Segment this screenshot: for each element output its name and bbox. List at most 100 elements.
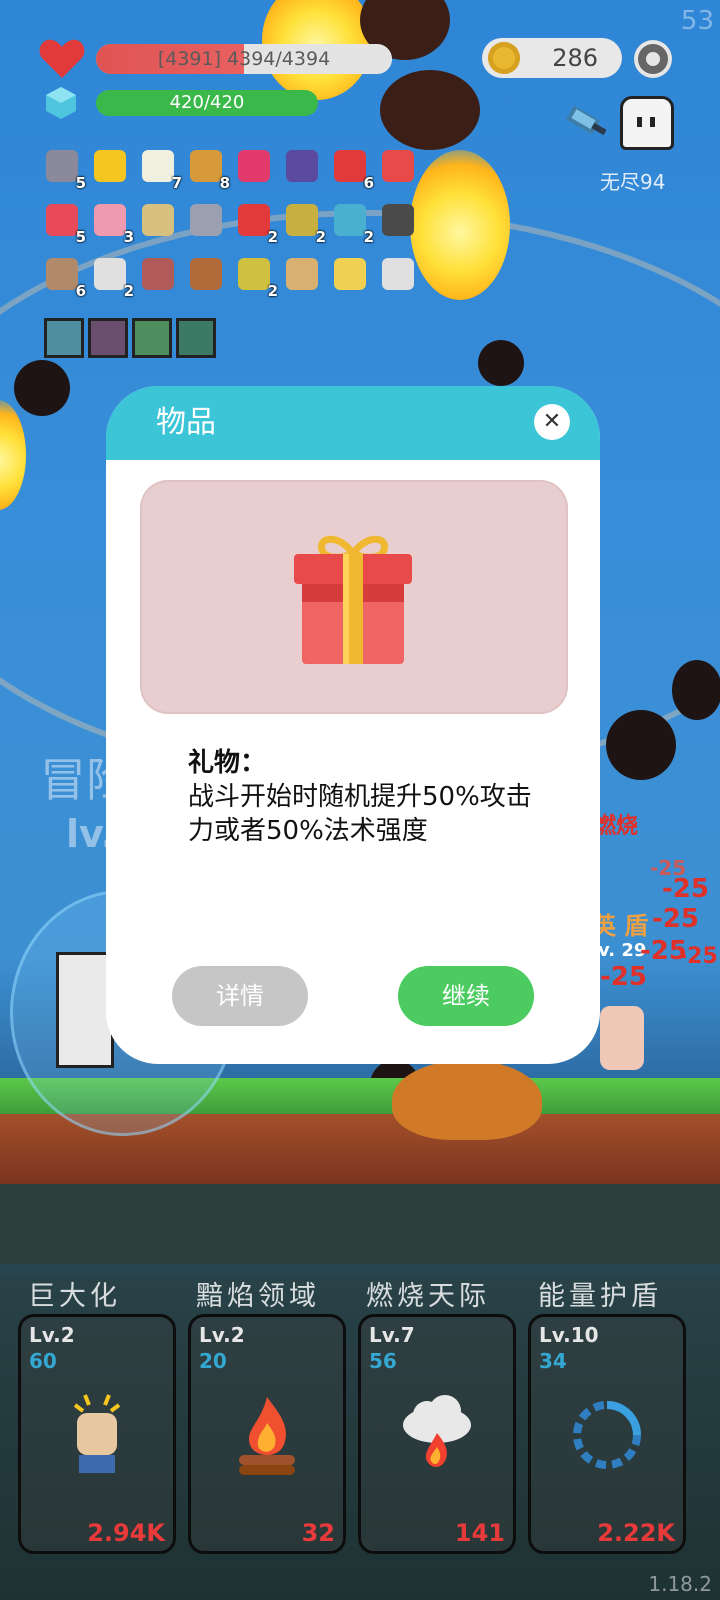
pineapple-icon[interactable]: 2 bbox=[282, 200, 326, 246]
skill-damage: 2.94K bbox=[87, 1519, 165, 1547]
flower-icon-shape bbox=[142, 150, 174, 182]
ghost-icon[interactable] bbox=[620, 96, 674, 150]
skill-name: 能量护盾 bbox=[538, 1281, 662, 1312]
smoke-cloud bbox=[380, 70, 480, 150]
flower-icon[interactable]: 7 bbox=[138, 146, 182, 192]
details-button[interactable]: 详情 bbox=[172, 966, 308, 1026]
item-count: 5 bbox=[75, 174, 86, 192]
envelope-icon-shape bbox=[94, 258, 126, 290]
ruby-icon[interactable] bbox=[234, 146, 274, 186]
sword-card-icon[interactable] bbox=[88, 318, 128, 358]
envelope-icon[interactable]: 2 bbox=[90, 254, 134, 300]
campfire-icon bbox=[239, 1397, 295, 1475]
sun-icon[interactable] bbox=[90, 146, 130, 186]
spike-ball-icon[interactable] bbox=[186, 200, 226, 240]
hp-text: [4391] 4394/4394 bbox=[157, 48, 331, 70]
maze-card-icon[interactable] bbox=[176, 318, 216, 358]
mana-gem-icon bbox=[46, 87, 76, 119]
sun-card-icon[interactable] bbox=[44, 318, 84, 358]
dialog-title: 物品 bbox=[156, 405, 216, 440]
skill-card-energy-shield[interactable]: Lv.10 34 2.22K bbox=[528, 1314, 686, 1554]
pill-icon[interactable] bbox=[378, 254, 418, 294]
damage-number: -25 bbox=[600, 962, 647, 992]
skill-name: 燃烧天际 bbox=[366, 1281, 490, 1312]
ground-bottom bbox=[0, 1184, 720, 1264]
skill-cost: 60 bbox=[29, 1349, 57, 1373]
hp-bar: [4391] 4394/4394 bbox=[96, 44, 392, 74]
meat-icon[interactable] bbox=[186, 254, 226, 294]
item-count: 6 bbox=[75, 282, 86, 300]
skill-cost: 20 bbox=[199, 1349, 227, 1373]
pineapple-icon-shape bbox=[286, 204, 318, 236]
skill-damage: 32 bbox=[301, 1519, 335, 1547]
syringe-icon-shape bbox=[334, 204, 366, 236]
skill-cost: 56 bbox=[369, 1349, 397, 1373]
enemy-character bbox=[600, 1006, 644, 1070]
syringe-icon[interactable]: 2 bbox=[330, 200, 374, 246]
door-icon[interactable] bbox=[138, 254, 178, 294]
meat-icon-shape bbox=[190, 258, 222, 290]
gift-icon-shape bbox=[382, 150, 414, 182]
close-icon[interactable]: ✕ bbox=[534, 404, 570, 440]
skull-book-icon-shape bbox=[382, 204, 414, 236]
skill-card-burning-sky[interactable]: Lv.7 56 141 bbox=[358, 1314, 516, 1554]
skill-damage: 141 bbox=[454, 1519, 505, 1547]
item-description: 战斗开始时随机提升50%攻击力或者50%法术强度 bbox=[188, 782, 532, 846]
item-count: 8 bbox=[219, 174, 230, 192]
skill-level: Lv.2 bbox=[199, 1323, 245, 1347]
skill-name: 黯焰领域 bbox=[196, 1281, 320, 1312]
book-icon[interactable]: 8 bbox=[186, 146, 230, 192]
cheese-icon[interactable] bbox=[330, 254, 370, 294]
apple-icon-shape bbox=[334, 150, 366, 182]
damage-number: -25 bbox=[662, 874, 709, 904]
continue-button[interactable]: 继续 bbox=[398, 966, 534, 1026]
watermelon-icon[interactable]: 5 bbox=[42, 200, 86, 246]
gear-icon[interactable] bbox=[634, 40, 672, 78]
version-label: 1.18.2 bbox=[648, 1572, 712, 1596]
smoke-cloud bbox=[14, 360, 70, 416]
book-icon-shape bbox=[190, 150, 222, 182]
treasure-map-icon-shape bbox=[142, 204, 174, 236]
item-count: 2 bbox=[267, 282, 278, 300]
spike-ball-icon-shape bbox=[190, 204, 222, 236]
skill-damage: 2.22K bbox=[597, 1519, 675, 1547]
gift-icon[interactable] bbox=[378, 146, 418, 186]
sword-icon-shape bbox=[46, 150, 78, 182]
game-screen: 53 [4391] 4394/4394 420/420 286 无尽94 578… bbox=[0, 0, 720, 1600]
fireball bbox=[410, 150, 510, 300]
enemy-status-label: 燃烧 bbox=[594, 814, 639, 839]
dialog-header: 物品 ✕ bbox=[106, 386, 600, 460]
coin-amount: 286 bbox=[552, 44, 598, 72]
sword-icon[interactable]: 5 bbox=[42, 146, 86, 192]
shield-icon[interactable]: 6 bbox=[42, 254, 86, 300]
ice-cream-icon[interactable]: 3 bbox=[90, 200, 134, 246]
skill-level: Lv.10 bbox=[539, 1323, 599, 1347]
wizard-hat-icon[interactable] bbox=[282, 146, 322, 186]
strawberry-icon-shape bbox=[238, 204, 270, 236]
damage-number: -25 bbox=[652, 904, 699, 934]
damage-number: -25 bbox=[678, 944, 718, 969]
ruby-icon-shape bbox=[238, 150, 270, 182]
check-card-icon[interactable] bbox=[132, 318, 172, 358]
apple-icon[interactable]: 6 bbox=[330, 146, 374, 192]
battery-icon[interactable]: 2 bbox=[234, 254, 278, 300]
watermelon-icon-shape bbox=[46, 204, 78, 236]
skull-explosion bbox=[392, 1060, 542, 1140]
scroll-icon[interactable] bbox=[282, 254, 322, 294]
item-description-block: 礼物： 战斗开始时随机提升50%攻击力或者50%法术强度 bbox=[188, 746, 548, 848]
coin-icon bbox=[488, 42, 520, 74]
skull-book-icon[interactable] bbox=[378, 200, 418, 240]
wizard-hat-icon-shape bbox=[286, 150, 318, 182]
item-count: 2 bbox=[267, 228, 278, 246]
smoke-cloud bbox=[478, 340, 524, 386]
skill-name: 巨大化 bbox=[28, 1281, 121, 1312]
skill-card-dark-flame[interactable]: Lv.2 20 32 bbox=[188, 1314, 346, 1554]
mp-text: 420/420 bbox=[169, 92, 245, 113]
strawberry-icon[interactable]: 2 bbox=[234, 200, 278, 246]
fps-counter: 53 bbox=[680, 6, 714, 36]
axe-icon[interactable] bbox=[566, 98, 610, 140]
treasure-map-icon[interactable] bbox=[138, 200, 178, 240]
skill-card-giant[interactable]: Lv.2 60 2.94K bbox=[18, 1314, 176, 1554]
item-count: 3 bbox=[123, 228, 134, 246]
sun-icon-shape bbox=[94, 150, 126, 182]
